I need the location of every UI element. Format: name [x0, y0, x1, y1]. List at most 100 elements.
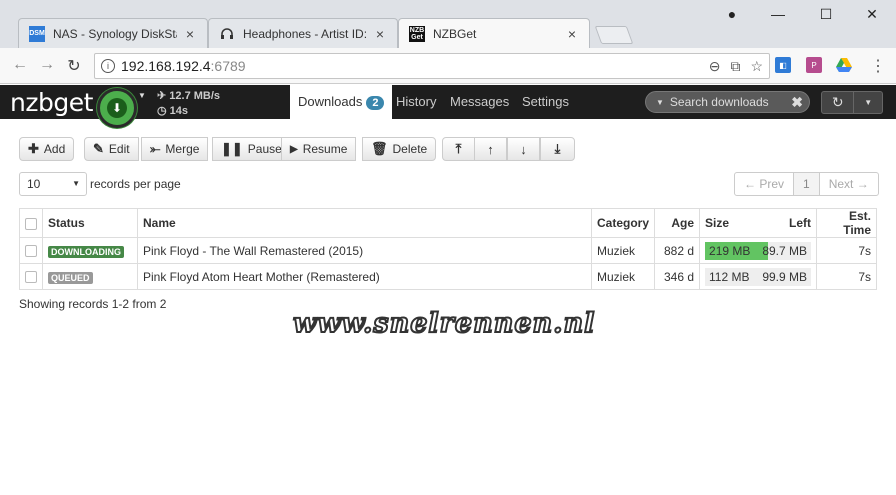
bookmark-star-icon[interactable]: ☆	[750, 58, 763, 75]
table-row[interactable]: DOWNLOADING Pink Floyd - The Wall Remast…	[19, 237, 877, 264]
add-button[interactable]: ✚ Add	[19, 137, 75, 161]
move-up-button[interactable]: ↑	[474, 137, 507, 161]
tab-messages[interactable]: Messages	[442, 85, 517, 119]
header-status[interactable]: Status	[42, 208, 138, 238]
forward-icon[interactable]: →	[37, 56, 57, 74]
trash-icon: 🗑	[371, 141, 388, 156]
downloads-count-badge: 2	[366, 96, 385, 110]
pagination: ← Prev 1 Next →	[734, 172, 879, 196]
arrow-down-icon: ↓	[520, 141, 527, 157]
search-input[interactable]: ▼ Search downloads ✖	[645, 91, 810, 113]
records-per-page-label: records per page	[90, 177, 181, 191]
header-age[interactable]: Age	[654, 208, 701, 238]
edit-icon: ✎	[93, 141, 104, 156]
profile-icon[interactable]: ●	[722, 6, 742, 22]
address-bar[interactable]: i 192.168.192.4:6789 ⊖ ⧉ ☆	[94, 53, 770, 79]
move-top-button[interactable]: ⤒	[442, 137, 475, 161]
merge-button[interactable]: ⤜ Merge	[141, 137, 209, 161]
maximize-icon[interactable]: ☐	[816, 6, 836, 23]
status-badge: DOWNLOADING	[48, 245, 124, 258]
back-icon[interactable]: ←	[10, 56, 30, 74]
minimize-icon[interactable]: —	[768, 6, 788, 22]
close-icon[interactable]: ×	[373, 26, 387, 42]
time-left: ◷ 14s	[157, 105, 189, 117]
tab-title: NZBGet	[433, 26, 477, 41]
chevron-down-icon[interactable]: ▼	[656, 98, 664, 107]
select-all-checkbox[interactable]	[25, 217, 37, 230]
info-icon[interactable]: i	[101, 59, 115, 73]
move-bottom-icon: ⤓	[554, 141, 561, 156]
tab-downloads[interactable]: Downloads 2	[290, 85, 393, 119]
tab-history[interactable]: History	[388, 85, 444, 119]
move-bottom-button[interactable]: ⤓	[540, 137, 575, 161]
header-est-time[interactable]: Est. Time	[816, 208, 877, 238]
chevron-down-icon[interactable]: ▼	[854, 92, 882, 113]
table-header-row: Status Name Category Age Size Left Est. …	[19, 208, 877, 238]
close-icon[interactable]: ×	[565, 26, 579, 42]
table-row[interactable]: QUEUED Pink Floyd Atom Heart Mother (Rem…	[19, 263, 877, 290]
name-cell[interactable]: Pink Floyd - The Wall Remastered (2015)	[137, 237, 592, 264]
select-all-cell	[19, 208, 43, 238]
tab-synology[interactable]: DSM NAS - Synology DiskStati ×	[18, 18, 208, 48]
tab-headphones[interactable]: Headphones - Artist ID: 8 ×	[208, 18, 398, 48]
clear-search-icon[interactable]: ✖	[791, 94, 803, 111]
records-summary: Showing records 1-2 from 2	[19, 297, 167, 311]
refresh-icon[interactable]: ↻	[822, 92, 855, 113]
translate-icon[interactable]: ⧉	[730, 58, 740, 75]
records-per-page-select[interactable]: 10 ▼	[19, 172, 87, 196]
menu-icon[interactable]: ⋮	[868, 56, 888, 76]
pdf-extension-icon[interactable]: P	[806, 57, 822, 73]
row-select-cell	[19, 263, 43, 290]
resume-button[interactable]: ▶ Resume	[281, 137, 357, 161]
est-time-cell: 7s	[816, 263, 877, 290]
plane-icon: ✈	[157, 90, 167, 102]
category-cell: Muziek	[590, 237, 656, 264]
play-pause-button[interactable]: ⬇	[97, 88, 137, 128]
pause-icon: ❚❚	[221, 141, 243, 156]
move-down-button[interactable]: ↓	[507, 137, 540, 161]
prev-page-button[interactable]: ← Prev	[735, 173, 795, 195]
row-checkbox[interactable]	[25, 271, 37, 284]
size-cell: 219 MB 89.7 MB	[699, 237, 818, 264]
headphones-icon	[219, 26, 235, 42]
tab-settings[interactable]: Settings	[514, 85, 577, 119]
tab-title: Headphones - Artist ID: 8	[243, 26, 367, 41]
close-window-icon[interactable]: ✕	[862, 6, 882, 23]
drive-extension-icon[interactable]	[836, 57, 852, 73]
tab-nzbget[interactable]: NZB Get NZBGet ×	[398, 18, 590, 48]
row-checkbox[interactable]	[25, 245, 37, 258]
next-page-button[interactable]: Next →	[820, 173, 878, 195]
left-value: 89.7 MB	[762, 243, 808, 258]
progress-bar: 219 MB 89.7 MB	[705, 241, 812, 260]
size-cell: 112 MB 99.9 MB	[699, 263, 818, 290]
tab-title: NAS - Synology DiskStati	[53, 26, 177, 41]
dsm-favicon-icon: DSM	[29, 25, 45, 42]
new-tab-button[interactable]	[594, 26, 634, 44]
header-size-left[interactable]: Size Left	[699, 208, 818, 238]
zoom-icon[interactable]: ⊖	[709, 58, 721, 75]
reload-icon[interactable]: ↻	[64, 56, 84, 76]
status-cell: QUEUED	[42, 263, 138, 290]
size-value: 219 MB	[709, 243, 751, 258]
extension-icon[interactable]: ◧	[775, 57, 791, 73]
nzbget-logo: nzbget	[10, 88, 93, 117]
merge-icon: ⤜	[150, 141, 161, 156]
name-cell[interactable]: Pink Floyd Atom Heart Mother (Remastered…	[137, 263, 592, 290]
move-top-icon: ⤒	[455, 141, 462, 156]
category-cell: Muziek	[590, 263, 656, 290]
delete-button[interactable]: 🗑 Delete	[362, 137, 437, 161]
row-select-cell	[19, 237, 43, 264]
chevron-down-icon[interactable]: ▼	[138, 91, 146, 100]
status-badge: QUEUED	[48, 271, 93, 284]
address-host: 192.168.192.4	[121, 58, 211, 74]
download-speed: ✈ 12.7 MB/s	[157, 90, 221, 102]
nzbget-favicon-icon: NZB Get	[409, 25, 425, 42]
page-1-button[interactable]: 1	[794, 173, 820, 195]
edit-button[interactable]: ✎ Edit	[84, 137, 139, 161]
pause-button[interactable]: ❚❚ Pause	[212, 137, 291, 161]
close-icon[interactable]: ×	[183, 26, 197, 42]
header-category[interactable]: Category	[590, 208, 656, 238]
header-name[interactable]: Name	[137, 208, 592, 238]
download-arrow-icon: ⬇	[107, 98, 127, 118]
est-time-cell: 7s	[816, 237, 877, 264]
